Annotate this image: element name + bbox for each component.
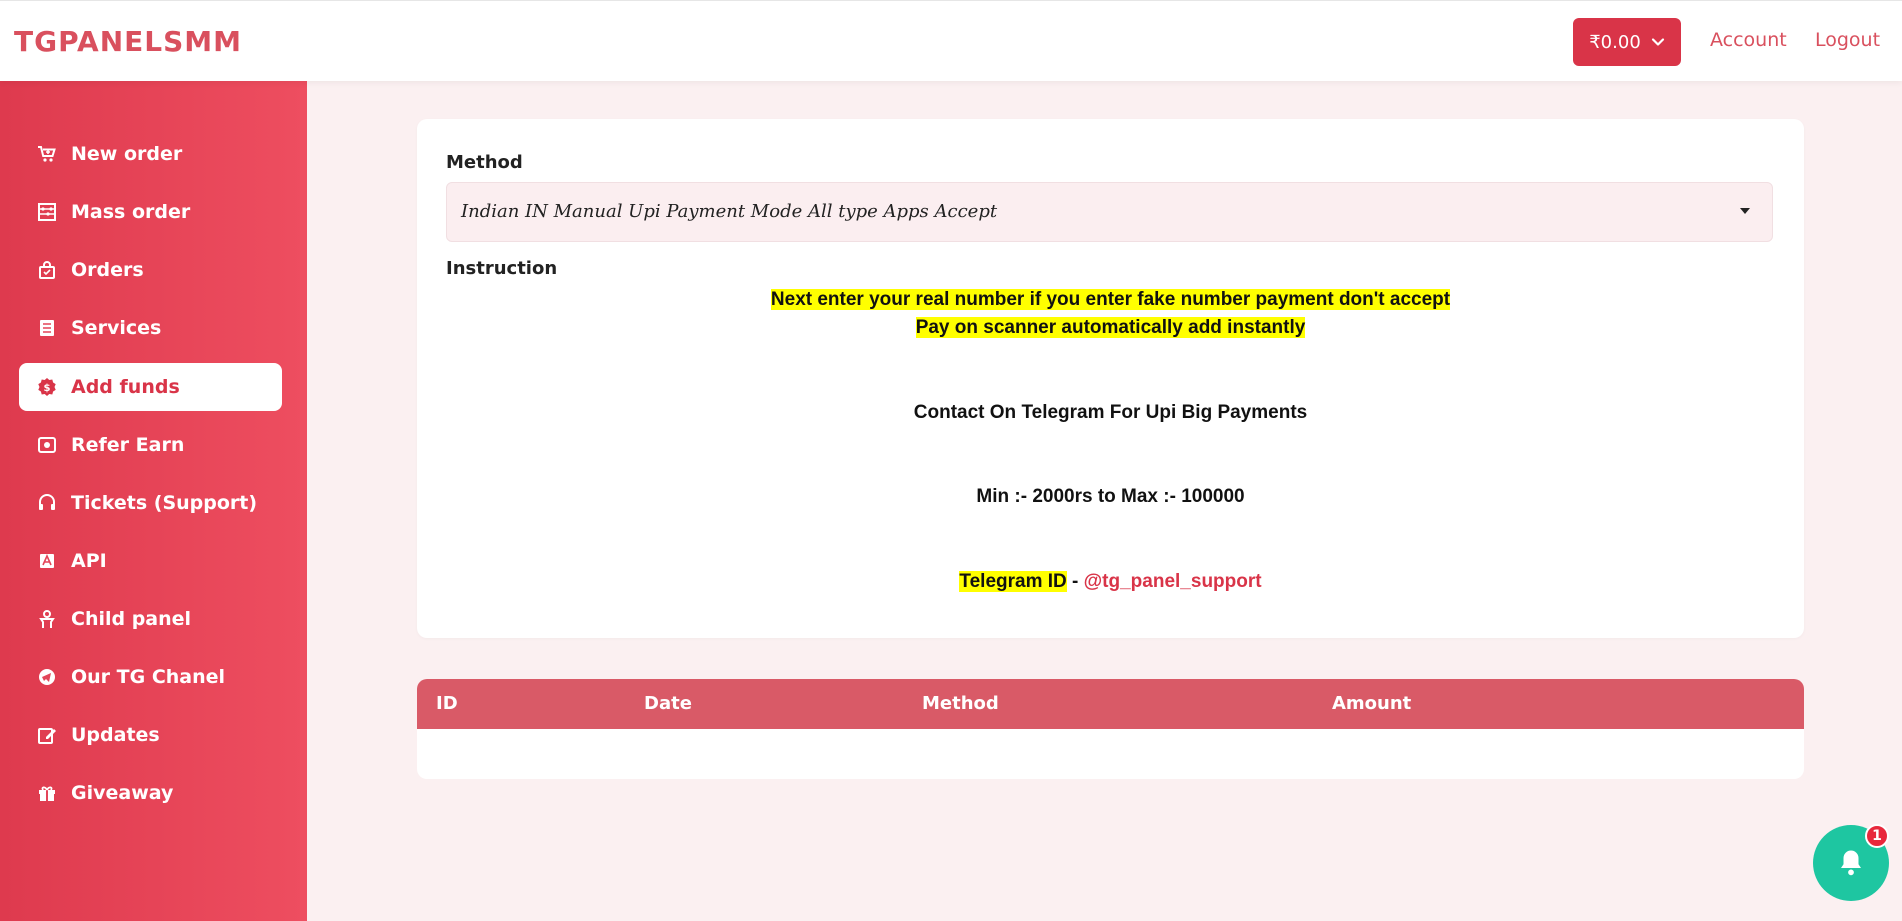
sidebar-item-giveaway[interactable]: Giveaway	[19, 769, 282, 817]
instruction-highlight: Next enter your real number if you enter…	[770, 289, 1451, 310]
column-header-method: Method	[922, 693, 999, 714]
chevron-down-icon	[1651, 38, 1664, 46]
sidebar-item-add-funds[interactable]: $ Add funds	[19, 363, 282, 411]
cart-icon	[37, 144, 57, 164]
method-select-value: Indian IN Manual Upi Payment Mode All ty…	[461, 201, 998, 222]
abacus-icon	[37, 202, 57, 222]
payments-table: ID Date Method Amount	[417, 679, 1804, 779]
logout-link[interactable]: Logout	[1815, 29, 1880, 51]
balance-dropdown-button[interactable]: ₹0.00	[1573, 18, 1681, 66]
telegram-line: Telegram ID - @tg_panel_support	[417, 571, 1804, 593]
contact-line: Contact On Telegram For Upi Big Payments	[913, 402, 1308, 423]
sidebar-item-child-panel[interactable]: Child panel	[19, 595, 282, 643]
sidebar: New order Mass order Orders Services $ A…	[0, 81, 307, 921]
dollar-icon: $	[37, 377, 57, 397]
telegram-id-label: Telegram ID	[959, 571, 1067, 592]
sidebar-item-label: Mass order	[71, 201, 191, 223]
sidebar-item-tickets-support[interactable]: Tickets (Support)	[19, 479, 282, 527]
sidebar-item-label: Services	[71, 317, 162, 339]
telegram-icon	[37, 667, 57, 687]
sidebar-item-services[interactable]: Services	[19, 304, 282, 352]
instruction-highlight: Pay on scanner automatically add instant…	[915, 317, 1306, 338]
list-icon	[37, 318, 57, 338]
shopping-bag-icon	[37, 260, 57, 280]
sidebar-item-label: Add funds	[71, 376, 180, 398]
edit-icon	[37, 725, 57, 745]
notification-count-badge: 1	[1865, 824, 1889, 848]
column-header-id: ID	[436, 693, 458, 714]
sidebar-item-refer-earn[interactable]: Refer Earn	[19, 421, 282, 469]
instruction-line-1: Next enter your real number if you enter…	[417, 289, 1804, 311]
column-header-amount: Amount	[1332, 693, 1412, 714]
bell-icon	[1841, 850, 1861, 876]
sidebar-item-label: Child panel	[71, 608, 192, 630]
account-link[interactable]: Account	[1710, 29, 1787, 51]
top-navbar: TGPANELSMM ₹0.00 Account Logout	[0, 0, 1902, 81]
sidebar-item-updates[interactable]: Updates	[19, 711, 282, 759]
instruction-line-2: Pay on scanner automatically add instant…	[417, 317, 1804, 339]
balance-amount: ₹0.00	[1589, 31, 1641, 53]
money-icon	[37, 435, 57, 455]
sidebar-item-orders[interactable]: Orders	[19, 246, 282, 294]
sidebar-item-label: New order	[71, 143, 183, 165]
method-select[interactable]: Indian IN Manual Upi Payment Mode All ty…	[446, 182, 1773, 242]
gift-icon	[37, 783, 57, 803]
sidebar-item-label: Refer Earn	[71, 434, 185, 456]
sidebar-item-label: Giveaway	[71, 782, 174, 804]
sidebar-item-api[interactable]: API	[19, 537, 282, 585]
limits-line: Min :- 2000rs to Max :- 100000	[976, 486, 1245, 507]
svg-text:$: $	[44, 383, 51, 394]
sidebar-item-label: Our TG Chanel	[71, 666, 226, 688]
table-header: ID Date Method Amount	[417, 679, 1804, 729]
sidebar-item-new-order[interactable]: New order	[19, 130, 282, 178]
add-funds-card: Method Indian IN Manual Upi Payment Mode…	[417, 119, 1804, 638]
headset-icon	[37, 493, 57, 513]
api-icon	[37, 551, 57, 571]
caret-down-icon	[1740, 208, 1750, 214]
brand-logo[interactable]: TGPANELSMM	[14, 25, 242, 58]
sidebar-item-our-tg-chanel[interactable]: Our TG Chanel	[19, 653, 282, 701]
sidebar-item-label: Tickets (Support)	[71, 492, 258, 514]
method-label: Method	[446, 152, 523, 173]
sidebar-item-mass-order[interactable]: Mass order	[19, 188, 282, 236]
telegram-handle-link[interactable]: @tg_panel_support	[1084, 571, 1262, 592]
sidebar-item-label: Updates	[71, 724, 160, 746]
sidebar-item-label: Orders	[71, 259, 144, 281]
instruction-label: Instruction	[446, 258, 558, 279]
column-header-date: Date	[644, 693, 692, 714]
child-icon	[37, 609, 57, 629]
sidebar-item-label: API	[71, 550, 107, 572]
telegram-separator: -	[1066, 571, 1084, 592]
